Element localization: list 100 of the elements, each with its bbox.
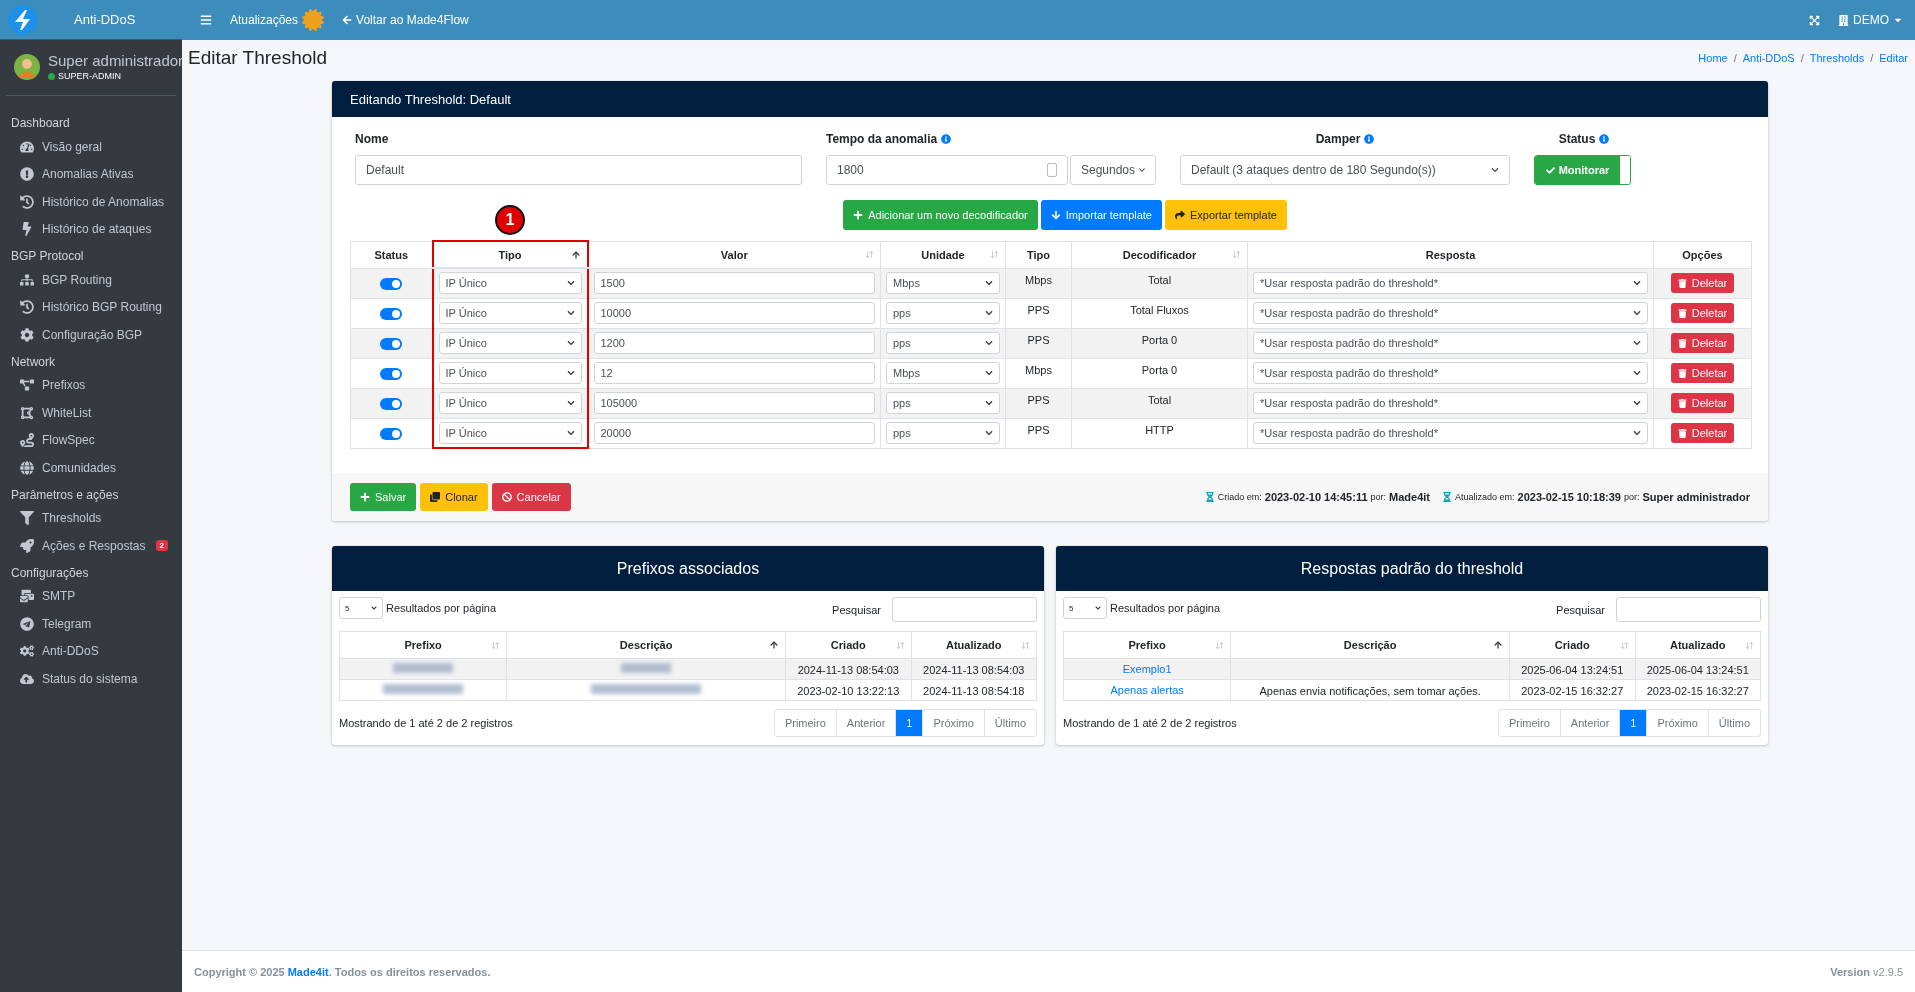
- column-header[interactable]: Decodificador: [1071, 241, 1248, 268]
- nav-item[interactable]: Prefixos: [0, 371, 182, 399]
- action-button[interactable]: Importar template: [1040, 200, 1162, 230]
- unit-select[interactable]: pps: [886, 302, 1000, 324]
- breadcrumb-link[interactable]: Thresholds: [1809, 52, 1865, 64]
- nav-item[interactable]: Status do sistema: [0, 665, 182, 693]
- delete-button[interactable]: Deletar: [1670, 333, 1735, 353]
- unit-select[interactable]: pps: [886, 332, 1000, 354]
- nav-item[interactable]: Anomalias Ativas: [0, 160, 182, 188]
- name-field[interactable]: Default: [355, 155, 802, 185]
- back-link[interactable]: Voltar ao Made4Flow: [342, 13, 469, 27]
- nav-item[interactable]: Histórico de Anomalias: [0, 188, 182, 216]
- page-size-select[interactable]: 5: [1063, 597, 1107, 619]
- column-header[interactable]: Atualizado: [911, 631, 1037, 659]
- nav-item[interactable]: Visão geral: [0, 133, 182, 161]
- value-field[interactable]: 105000: [593, 392, 875, 414]
- unit-select[interactable]: Segundos: [1070, 155, 1156, 185]
- value-field[interactable]: 20000: [593, 422, 875, 444]
- column-header[interactable]: Valor: [587, 241, 881, 268]
- toggle-switch[interactable]: [380, 337, 403, 350]
- unit-select[interactable]: Mbps: [886, 362, 1000, 384]
- toggle-switch[interactable]: [380, 427, 403, 440]
- panel-title: Prefixos associados: [332, 546, 1044, 591]
- company-link[interactable]: Made4it: [287, 965, 329, 978]
- column-header[interactable]: Opções: [1653, 241, 1752, 268]
- response-select[interactable]: *Usar resposta padrão do threshold*: [1253, 272, 1648, 294]
- type-select[interactable]: IP Único: [438, 272, 582, 295]
- column-header[interactable]: Prefixo: [1063, 631, 1231, 659]
- arrow-left-icon: [342, 15, 353, 25]
- delete-button[interactable]: Deletar: [1670, 273, 1735, 293]
- page-button[interactable]: 1: [895, 709, 924, 737]
- nav-item[interactable]: FlowSpec: [0, 426, 182, 454]
- table-cell-text: PPS: [1027, 332, 1050, 346]
- column-header[interactable]: Descrição: [506, 631, 786, 659]
- nav-item[interactable]: Comunidades: [0, 454, 182, 482]
- nav-item[interactable]: Telegram: [0, 610, 182, 638]
- meta-date: 2023-02-10 14:45:11: [1264, 491, 1368, 503]
- breadcrumb-link[interactable]: Editar: [1879, 52, 1908, 64]
- duration-field[interactable]: 1800: [826, 155, 1068, 185]
- response-select[interactable]: *Usar resposta padrão do threshold*: [1253, 362, 1648, 384]
- unit-select[interactable]: pps: [886, 422, 1000, 444]
- column-header[interactable]: Criado: [785, 631, 911, 659]
- type-select[interactable]: IP Único: [438, 392, 582, 414]
- updates-link[interactable]: Atualizações: [230, 9, 325, 31]
- nav-item[interactable]: Configuração BGP: [0, 321, 182, 349]
- response-select[interactable]: *Usar resposta padrão do threshold*: [1253, 392, 1648, 414]
- nav-item[interactable]: Histórico BGP Routing: [0, 293, 182, 321]
- nav-item[interactable]: Ações e Respostas 2: [0, 532, 182, 560]
- info-icon: [1364, 134, 1375, 144]
- page-button[interactable]: 1: [1619, 709, 1648, 737]
- type-select[interactable]: IP Único: [438, 302, 582, 324]
- nav-item[interactable]: BGP Routing: [0, 266, 182, 294]
- nav-item[interactable]: Histórico de ataques: [0, 215, 182, 243]
- action-button[interactable]: Clonar: [420, 483, 488, 511]
- value-field[interactable]: 1500: [593, 272, 875, 294]
- delete-button[interactable]: Deletar: [1670, 393, 1735, 413]
- nav-item[interactable]: Thresholds: [0, 504, 182, 532]
- search-field[interactable]: [1616, 597, 1761, 622]
- value-field[interactable]: 10000: [593, 302, 875, 324]
- toggle-switch[interactable]: [380, 367, 403, 380]
- unit-select[interactable]: pps: [886, 392, 1000, 414]
- nav-item[interactable]: Anti-DDoS: [0, 637, 182, 665]
- menu-icon[interactable]: [200, 14, 212, 26]
- action-button[interactable]: Cancelar: [491, 483, 571, 511]
- column-header[interactable]: Descrição: [1230, 631, 1510, 659]
- response-select[interactable]: *Usar resposta padrão do threshold*: [1253, 332, 1648, 354]
- toggle-switch[interactable]: [380, 307, 403, 320]
- response-select[interactable]: *Usar resposta padrão do threshold*: [1253, 422, 1648, 444]
- column-header[interactable]: Criado: [1509, 631, 1635, 659]
- column-header[interactable]: Prefixo: [339, 631, 507, 659]
- action-button[interactable]: Exportar template: [1165, 200, 1287, 230]
- delete-button[interactable]: Deletar: [1670, 303, 1735, 323]
- toggle-switch[interactable]: [380, 277, 403, 290]
- page-title: Editar Threshold: [188, 47, 328, 69]
- type-select[interactable]: IP Único: [438, 362, 582, 384]
- column-header[interactable]: Tipo: [1005, 241, 1072, 268]
- column-header[interactable]: Atualizado: [1635, 631, 1761, 659]
- breadcrumb-link[interactable]: Home: [1698, 52, 1728, 64]
- sitemap-icon: [20, 272, 34, 287]
- table-link[interactable]: Exemplo1: [1122, 663, 1172, 675]
- column-header[interactable]: Unidade: [880, 241, 1006, 268]
- page-size-select[interactable]: 5: [339, 597, 383, 619]
- type-select[interactable]: IP Único: [438, 421, 582, 444]
- nav-item[interactable]: WhiteList: [0, 399, 182, 427]
- response-select[interactable]: *Usar resposta padrão do threshold*: [1253, 302, 1648, 324]
- value-field[interactable]: 1200: [593, 332, 875, 354]
- toggle-switch[interactable]: [380, 397, 403, 410]
- fullscreen-icon[interactable]: [1809, 14, 1820, 26]
- type-select[interactable]: IP Único: [438, 332, 582, 354]
- column-header[interactable]: Resposta: [1247, 241, 1654, 268]
- nav-item[interactable]: SMTP: [0, 582, 182, 610]
- damper-select[interactable]: Default (3 ataques dentro de 180 Segundo(s)): [1180, 155, 1510, 185]
- breadcrumb-link[interactable]: Anti-DDoS: [1742, 52, 1795, 64]
- account-menu[interactable]: DEMO: [1838, 13, 1903, 27]
- delete-button[interactable]: Deletar: [1670, 423, 1735, 443]
- unit-select[interactable]: Mbps: [886, 272, 1000, 294]
- search-field[interactable]: [892, 597, 1037, 622]
- value-field[interactable]: 12: [593, 362, 875, 384]
- delete-button[interactable]: Deletar: [1670, 363, 1735, 383]
- column-header[interactable]: Status: [350, 241, 433, 268]
